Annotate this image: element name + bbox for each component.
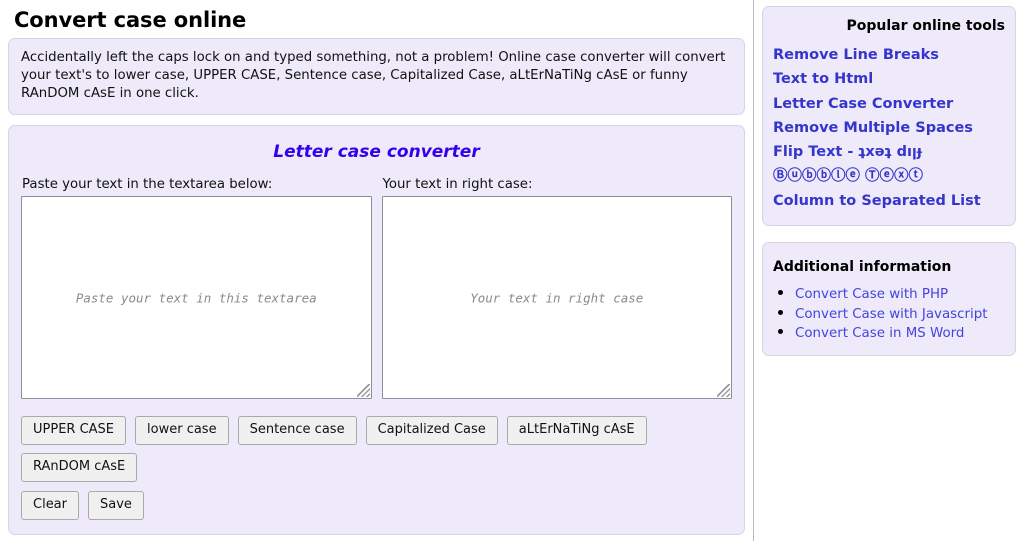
intro-text: Accidentally left the caps lock on and t… [21,50,726,101]
case-buttons-row: UPPER CASE lower case Sentence case Capi… [21,416,732,482]
column-divider [753,0,754,541]
page-root: Convert case online Accidentally left th… [0,0,1024,541]
info-link-convert-case-in-ms-word[interactable]: Convert Case in MS Word [795,326,964,341]
additional-information-title: Additional information [773,259,952,276]
sidebar-item-letter-case-converter[interactable]: Letter Case Converter [773,92,1005,116]
info-link-convert-case-with-php[interactable]: Convert Case with PHP [795,287,948,302]
input-placeholder: Paste your text in this textarea [75,290,317,305]
upper-case-button[interactable]: UPPER CASE [21,416,127,445]
info-link-convert-case-with-javascript[interactable]: Convert Case with Javascript [795,307,988,322]
capitalized-case-button[interactable]: Capitalized Case [365,416,498,445]
sidebar-item-flip-text[interactable]: Flip Text - ʇxǝʇ dıןɟ [773,140,1005,164]
additional-information-panel: Additional information Convert Case with… [762,242,1016,356]
input-textarea[interactable]: Paste your text in this textarea [21,196,372,399]
output-label: Your text in right case: [382,177,533,192]
sidebar-item-text-to-html[interactable]: Text to Html [773,67,1005,91]
output-placeholder: Your text in right case [470,290,644,305]
lower-case-button[interactable]: lower case [135,416,229,445]
list-item: Convert Case with Javascript [795,304,1005,324]
converter-heading: Letter case converter [273,142,480,162]
sidebar-item-remove-multiple-spaces[interactable]: Remove Multiple Spaces [773,116,1005,140]
alternating-case-button[interactable]: aLtErNaTiNg cAsE [506,416,647,445]
save-button[interactable]: Save [88,491,144,520]
sentence-case-button[interactable]: Sentence case [237,416,357,445]
additional-information-list: Convert Case with PHP Convert Case with … [773,284,1005,343]
clear-button[interactable]: Clear [21,491,79,520]
output-column: Your text in right case: Your text in ri… [381,176,732,399]
resize-handle-icon[interactable] [717,384,730,397]
sidebar-item-remove-line-breaks[interactable]: Remove Line Breaks [773,43,1005,67]
action-buttons-row: Clear Save [21,491,732,520]
textarea-row: Paste your text in the textarea below: P… [21,176,732,399]
input-label: Paste your text in the textarea below: [22,177,273,192]
page-title: Convert case online [14,8,247,32]
list-item: Convert Case in MS Word [795,323,1005,343]
intro-panel: Accidentally left the caps lock on and t… [8,38,745,115]
input-column: Paste your text in the textarea below: P… [21,176,372,399]
main-content-column: Convert case online Accidentally left th… [0,0,753,541]
converter-panel: Letter case converter Paste your text in… [8,125,745,535]
sidebar-item-bubble-text[interactable]: Ⓑⓤⓑⓑⓛⓔ Ⓣⓔⓧⓣ [773,164,1005,188]
sidebar-item-column-to-separated-list[interactable]: Column to Separated List [773,189,1005,213]
popular-tools-panel: Popular online tools Remove Line Breaks … [762,6,1016,227]
list-item: Convert Case with PHP [795,284,1005,304]
resize-handle-icon[interactable] [356,384,370,397]
random-case-button[interactable]: RAnDOM cAsE [21,453,138,482]
output-textarea[interactable]: Your text in right case [381,196,732,399]
popular-tools-title: Popular online tools [846,18,1005,34]
sidebar: Popular online tools Remove Line Breaks … [762,0,1016,372]
